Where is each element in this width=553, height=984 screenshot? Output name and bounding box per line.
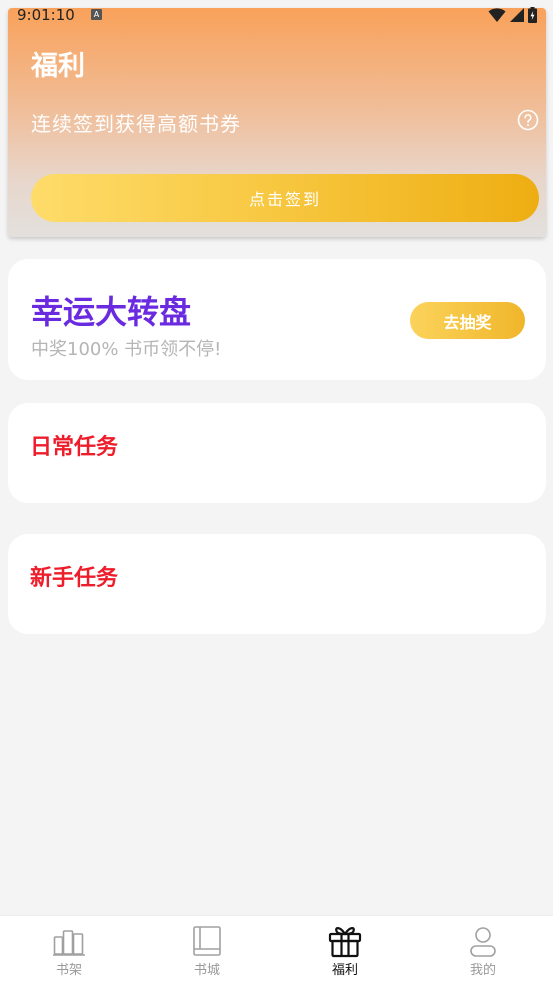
signal-icon xyxy=(510,8,524,22)
profile-icon xyxy=(470,927,496,957)
signin-subtitle: 连续签到获得高额书券 xyxy=(31,112,241,136)
draw-lottery-button[interactable]: 去抽奖 xyxy=(410,302,525,339)
status-time: 9:01:10 xyxy=(17,6,75,24)
notification-indicator: A xyxy=(91,9,102,20)
status-icons xyxy=(488,7,537,23)
nav-label-welfare: 福利 xyxy=(331,963,358,978)
help-icon[interactable] xyxy=(517,109,539,131)
nav-label-bookstore: 书城 xyxy=(193,963,220,978)
newbie-tasks-card: 新手任务 xyxy=(8,534,546,634)
lucky-wheel-subtitle: 中奖100% 书币领不停! xyxy=(31,339,222,360)
daily-tasks-card: 日常任务 xyxy=(8,403,546,503)
book-icon xyxy=(193,926,221,956)
nav-tab-bookstore[interactable]: 书城 xyxy=(138,916,276,984)
nav-tab-profile[interactable]: 我的 xyxy=(414,916,552,984)
nav-label-bookshelf: 书架 xyxy=(55,963,82,978)
lucky-wheel-card: 幸运大转盘 中奖100% 书币领不停! 去抽奖 xyxy=(8,259,546,380)
signin-button[interactable]: 点击签到 xyxy=(31,174,539,222)
welfare-header-card: 福利 连续签到获得高额书券 点击签到 xyxy=(8,8,546,237)
daily-tasks-title: 日常任务 xyxy=(30,435,119,460)
lucky-wheel-title: 幸运大转盘 xyxy=(31,293,192,331)
bottom-nav: 书架 书城 福利 我的 xyxy=(0,915,553,984)
page-title: 福利 xyxy=(31,51,85,82)
nav-tab-bookshelf[interactable]: 书架 xyxy=(0,916,138,984)
bookshelf-icon xyxy=(53,930,85,956)
gift-icon xyxy=(328,927,362,958)
nav-tab-welfare[interactable]: 福利 xyxy=(276,916,414,984)
wifi-icon xyxy=(488,7,506,22)
welfare-screen: 福利 连续签到获得高额书券 点击签到 9:01:10 A 幸运大转盘 中奖100… xyxy=(0,0,553,984)
nav-label-profile: 我的 xyxy=(469,963,496,978)
status-bar: 9:01:10 A xyxy=(0,0,553,30)
newbie-tasks-title: 新手任务 xyxy=(30,566,119,591)
battery-icon xyxy=(528,7,537,23)
